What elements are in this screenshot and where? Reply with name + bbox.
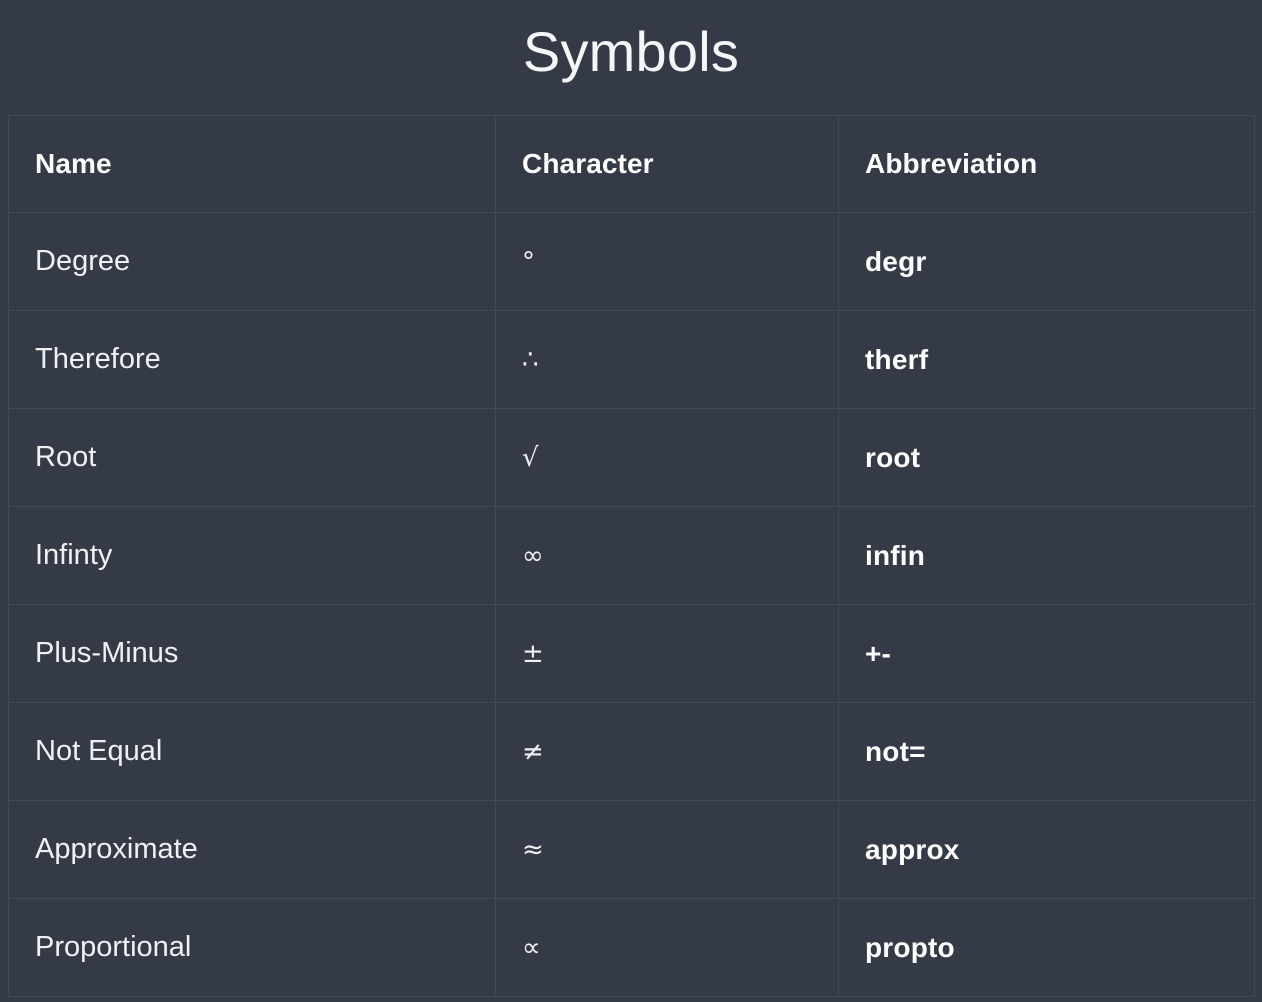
cell-symbol-character: ± [495,604,839,703]
symbol-glyph: ± [522,638,544,669]
symbol-glyph: √ [522,442,539,473]
symbols-table: Name Character Abbreviation Degree ° degr T… [8,115,1255,997]
table-row: Proportional ∝ propto [8,898,1255,997]
symbol-glyph: ∝ [522,932,541,963]
symbols-table-container: Name Character Abbreviation Degree ° degr T… [8,115,1255,997]
cell-symbol-character: ∞ [495,506,839,605]
cell-symbol-name: Approximate [8,800,496,899]
symbol-glyph: ≈ [522,834,544,865]
cell-symbol-name: Proportional [8,898,496,997]
table-row: Not Equal ≠ not= [8,702,1255,801]
cell-symbol-character: ∴ [495,310,839,409]
symbol-glyph: ∴ [522,344,539,375]
table-body: Degree ° degr Therefore ∴ therf Root √ root Infin… [8,212,1255,997]
cell-symbol-abbreviation: +- [838,604,1255,703]
cell-symbol-abbreviation: approx [838,800,1255,899]
symbols-page: Symbols Name Character Abbreviation Degr… [0,0,1262,1002]
cell-symbol-abbreviation: not= [838,702,1255,801]
symbol-glyph: ° [522,246,535,277]
cell-symbol-abbreviation: degr [838,212,1255,311]
cell-symbol-abbreviation: propto [838,898,1255,997]
cell-symbol-abbreviation: root [838,408,1255,507]
page-title: Symbols [522,20,740,83]
cell-symbol-name: Infinty [8,506,496,605]
symbol-glyph: ≠ [522,736,544,767]
cell-symbol-name: Therefore [8,310,496,409]
cell-symbol-name: Root [8,408,496,507]
column-header-character: Character [495,115,839,213]
cell-symbol-character: ≈ [495,800,839,899]
symbol-glyph: ∞ [522,540,544,571]
table-row: Approximate ≈ approx [8,800,1255,899]
cell-symbol-character: ∝ [495,898,839,997]
table-row: Infinty ∞ infin [8,506,1255,605]
cell-symbol-character: ≠ [495,702,839,801]
cell-symbol-name: Not Equal [8,702,496,801]
table-row: Therefore ∴ therf [8,310,1255,409]
table-header: Name Character Abbreviation [8,115,1255,213]
table-row: Degree ° degr [8,212,1255,311]
cell-symbol-character: √ [495,408,839,507]
table-header-row: Name Character Abbreviation [8,115,1255,213]
column-header-abbreviation: Abbreviation [838,115,1255,213]
table-row: Plus-Minus ± +- [8,604,1255,703]
cell-symbol-name: Plus-Minus [8,604,496,703]
cell-symbol-character: ° [495,212,839,311]
cell-symbol-name: Degree [8,212,496,311]
table-row: Root √ root [8,408,1255,507]
column-header-name: Name [8,115,496,213]
cell-symbol-abbreviation: infin [838,506,1255,605]
cell-symbol-abbreviation: therf [838,310,1255,409]
